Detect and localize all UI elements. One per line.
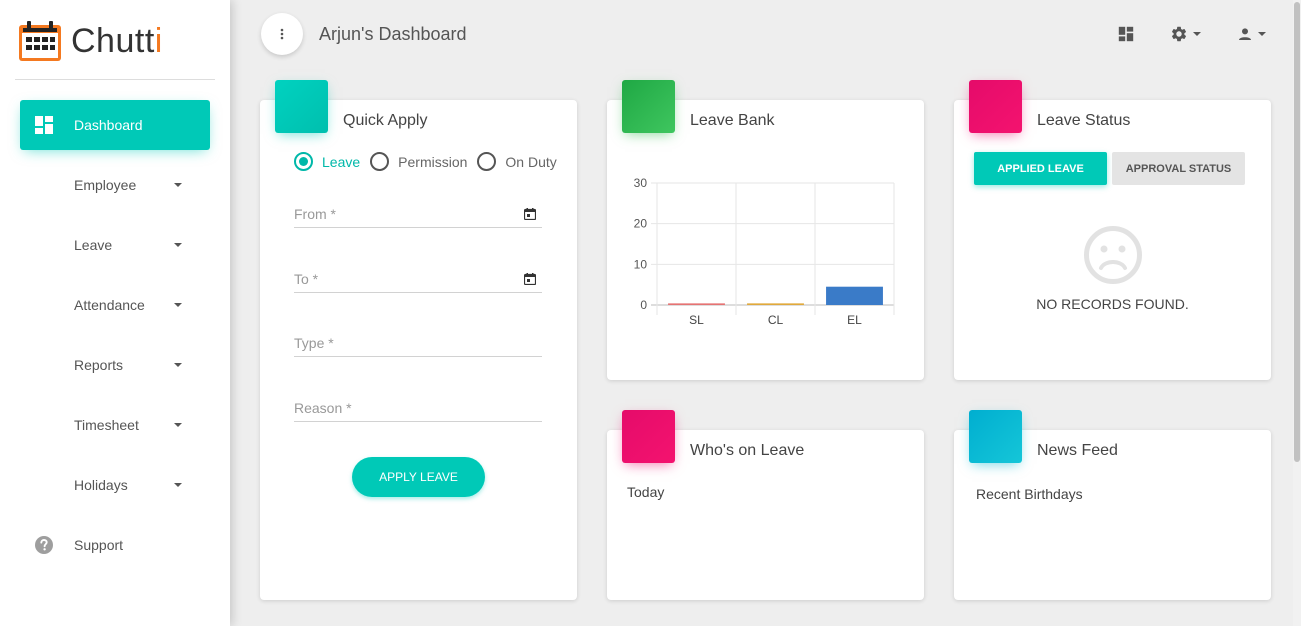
card-header-icon bbox=[275, 80, 328, 133]
user-menu-button[interactable] bbox=[1237, 24, 1266, 44]
radio-label: Leave bbox=[322, 153, 361, 170]
dashboard-icon bbox=[35, 116, 53, 134]
field-label: Reason * bbox=[294, 400, 352, 416]
sidebar-item-label: Dashboard bbox=[74, 117, 143, 133]
radio-checked-icon bbox=[294, 152, 313, 171]
card-title: News Feed bbox=[1037, 442, 1118, 459]
apply-leave-button[interactable]: APPLY LEAVE bbox=[352, 457, 485, 497]
person-icon bbox=[1239, 28, 1251, 40]
sidebar-item-dashboard[interactable]: Dashboard bbox=[20, 100, 210, 150]
field-label: From * bbox=[294, 206, 336, 222]
y-tick-label: 0 bbox=[640, 298, 647, 312]
news-feed-card: News Feed Recent Birthdays bbox=[954, 410, 1271, 600]
gear-icon bbox=[1171, 26, 1187, 42]
page-title: Arjun's Dashboard bbox=[319, 24, 467, 44]
y-tick-label: 20 bbox=[634, 217, 648, 231]
radio-unchecked-icon bbox=[370, 152, 390, 171]
sidebar-item-employee[interactable]: Employee bbox=[20, 160, 210, 210]
reason-field[interactable]: Reason * bbox=[294, 400, 542, 422]
field-label: Type * bbox=[294, 335, 334, 351]
leave-bank-card: Leave Bank 0 10 20 30 SL CL EL bbox=[607, 80, 924, 380]
radio-unchecked-icon bbox=[477, 152, 497, 171]
caret-down-icon bbox=[174, 423, 182, 427]
whos-on-leave-card: Who's on Leave Today bbox=[607, 410, 924, 600]
radio-label: Permission bbox=[398, 153, 468, 170]
card-header-icon bbox=[622, 410, 675, 463]
sidebar-item-label: Timesheet bbox=[74, 417, 139, 433]
card-header-icon bbox=[969, 80, 1022, 133]
leave-status-card: Leave Status APPLIED LEAVE APPROVAL STAT… bbox=[954, 80, 1271, 380]
help-icon bbox=[35, 536, 53, 554]
leave-type-select[interactable]: Type * bbox=[294, 335, 542, 357]
calendar-icon[interactable] bbox=[524, 273, 536, 285]
sidebar-item-label: Employee bbox=[74, 177, 137, 193]
field-label: To * bbox=[294, 271, 319, 287]
card-header-icon bbox=[622, 80, 675, 133]
card-title: Leave Status bbox=[1037, 112, 1131, 129]
leave-type-radio-group: Leave Permission On Duty bbox=[294, 152, 567, 171]
x-tick-label: CL bbox=[768, 313, 784, 327]
x-tick-label: EL bbox=[847, 313, 862, 327]
caret-down-icon bbox=[174, 303, 182, 307]
y-tick-label: 10 bbox=[634, 257, 648, 271]
sidebar-item-label: Attendance bbox=[74, 297, 145, 313]
sidebar-item-label: Reports bbox=[74, 357, 124, 373]
caret-down-icon bbox=[174, 243, 182, 247]
scrollbar-thumb[interactable] bbox=[1294, 2, 1300, 462]
settings-menu-button[interactable] bbox=[1170, 24, 1201, 44]
sidebar-item-leave[interactable]: Leave bbox=[20, 220, 210, 270]
card-title: Leave Bank bbox=[690, 112, 775, 129]
leave-bank-chart: 0 10 20 30 SL CL EL bbox=[634, 176, 895, 327]
caret-down-icon bbox=[1258, 32, 1266, 36]
today-label: Today bbox=[627, 484, 665, 500]
sidebar-item-attendance[interactable]: Attendance bbox=[20, 280, 210, 330]
sidebar-nav: Dashboard Employee Leave Attendance Repo… bbox=[0, 100, 230, 580]
tab-applied-leave[interactable]: APPLIED LEAVE bbox=[974, 152, 1107, 185]
page-scrollbar[interactable] bbox=[1293, 0, 1301, 626]
more-menu-button[interactable] bbox=[261, 13, 303, 55]
y-tick-label: 30 bbox=[634, 176, 648, 190]
sidebar-item-reports[interactable]: Reports bbox=[20, 340, 210, 390]
caret-down-icon bbox=[1193, 32, 1201, 36]
sidebar-item-label: Holidays bbox=[74, 477, 128, 493]
caret-down-icon bbox=[174, 483, 182, 487]
sidebar: Chutti Dashboard Employee Leave Attendan… bbox=[0, 0, 230, 626]
calendar-logo-icon bbox=[19, 21, 61, 61]
to-date-field[interactable]: To * bbox=[294, 271, 542, 293]
brand-logo[interactable]: Chutti bbox=[18, 20, 163, 62]
dashboard-view-button[interactable] bbox=[1118, 24, 1134, 44]
recent-birthdays-label: Recent Birthdays bbox=[976, 486, 1083, 502]
sad-face-icon bbox=[1084, 226, 1142, 284]
brand-name: Chutti bbox=[71, 22, 163, 60]
more-vertical-icon bbox=[280, 28, 284, 40]
sidebar-item-holidays[interactable]: Holidays bbox=[20, 460, 210, 510]
radio-on-duty[interactable]: On Duty bbox=[477, 152, 557, 171]
card-title: Who's on Leave bbox=[690, 442, 805, 459]
calendar-icon[interactable] bbox=[524, 208, 536, 220]
sidebar-item-support[interactable]: Support bbox=[20, 520, 210, 570]
card-title: Quick Apply bbox=[343, 112, 428, 129]
caret-down-icon bbox=[174, 183, 182, 187]
caret-down-icon bbox=[174, 363, 182, 367]
bar-el bbox=[826, 286, 883, 305]
from-date-field[interactable]: From * bbox=[294, 206, 542, 228]
sidebar-item-label: Support bbox=[74, 537, 124, 553]
dashboard-icon bbox=[1118, 26, 1134, 42]
logo-divider bbox=[15, 79, 215, 80]
sidebar-item-timesheet[interactable]: Timesheet bbox=[20, 400, 210, 450]
radio-permission[interactable]: Permission bbox=[370, 152, 467, 171]
radio-leave[interactable]: Leave bbox=[294, 152, 360, 171]
sidebar-item-label: Leave bbox=[74, 237, 113, 253]
card-header-icon bbox=[969, 410, 1022, 463]
tab-approval-status[interactable]: APPROVAL STATUS bbox=[1112, 152, 1245, 185]
bar-sl bbox=[668, 303, 725, 305]
empty-state-text: NO RECORDS FOUND. bbox=[1036, 296, 1189, 312]
x-tick-label: SL bbox=[689, 313, 704, 327]
radio-label: On Duty bbox=[505, 153, 557, 170]
quick-apply-card: Quick Apply Leave Permission On Duty Fro… bbox=[260, 80, 577, 600]
bar-cl bbox=[747, 303, 804, 305]
